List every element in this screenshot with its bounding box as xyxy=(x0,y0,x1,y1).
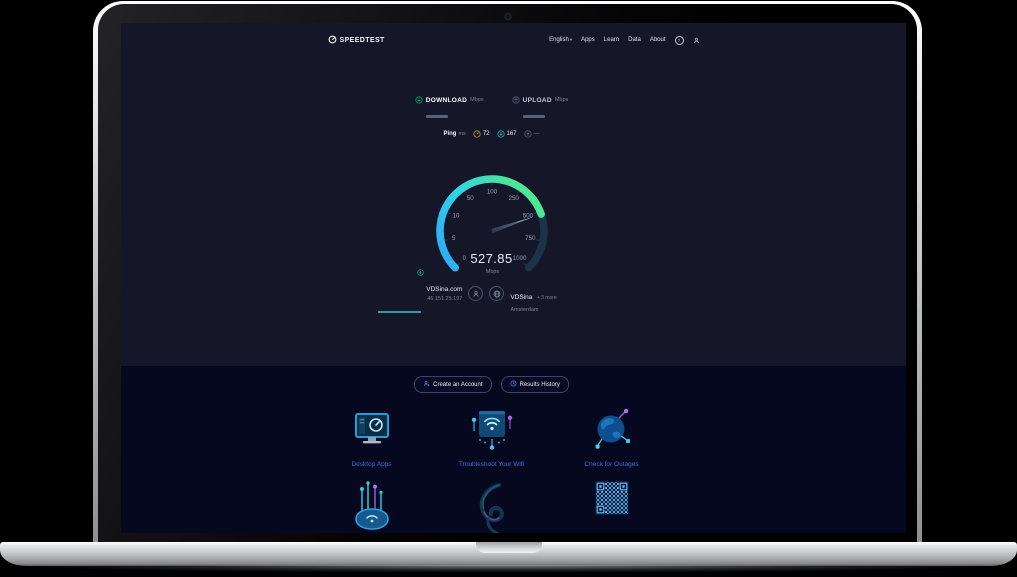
server-block[interactable]: VDSina + 3 more Amsterdam xyxy=(510,286,556,313)
feature-label: Troubleshoot Your Wifi xyxy=(459,461,524,468)
tab-download[interactable]: DOWNLOAD Mbps xyxy=(415,91,484,118)
laptop-lid: SPEEDTEST English▾ Apps Learn Data About… xyxy=(93,1,922,542)
account-actions: Create an Account Results History xyxy=(121,376,884,393)
isp-ip: 46.151.25.197 xyxy=(426,296,462,302)
feature-wifi-troubleshoot[interactable]: Troubleshoot Your Wifi xyxy=(444,404,540,468)
feature-label: Check for Outages xyxy=(584,461,638,468)
upload-latency-metric: — xyxy=(524,125,540,143)
results-history-label: Results History xyxy=(520,382,560,388)
globe-circle-icon xyxy=(489,286,504,301)
user-circle-icon xyxy=(468,286,483,301)
nav-item-learn[interactable]: Learn xyxy=(604,37,619,43)
download-latency-metric: 167 xyxy=(497,125,517,143)
logo-text: SPEEDTEST xyxy=(340,37,385,44)
svg-text:10: 10 xyxy=(452,213,459,220)
create-account-button[interactable]: Create an Account xyxy=(414,376,491,393)
outages-globe-icon xyxy=(590,404,634,454)
speedtest-page: SPEEDTEST English▾ Apps Learn Data About… xyxy=(121,23,906,533)
test-progress-bar xyxy=(378,311,421,313)
extra-tiles xyxy=(121,481,884,533)
server-more: + 3 more xyxy=(537,295,557,301)
feature-label: Desktop Apps xyxy=(351,461,391,468)
user-icon[interactable] xyxy=(693,37,700,44)
nav-item-data[interactable]: Data xyxy=(628,37,641,43)
main-nav: English▾ Apps Learn Data About ? xyxy=(549,36,699,45)
desktop-apps-icon xyxy=(349,404,395,454)
download-latency-icon xyxy=(497,125,505,143)
help-icon[interactable]: ? xyxy=(675,36,684,45)
add-user-icon xyxy=(423,380,430,389)
isp-block: VDSina.com 46.151.25.197 xyxy=(426,286,462,302)
download-tab-label: DOWNLOAD xyxy=(426,97,467,104)
upload-value-placeholder xyxy=(523,115,545,118)
nav-item-apps[interactable]: Apps xyxy=(581,37,595,43)
nav-item-about[interactable]: About xyxy=(650,37,666,43)
laptop-base xyxy=(0,542,1017,566)
webcam-icon xyxy=(505,14,510,19)
illustration-tile[interactable] xyxy=(444,481,540,533)
nav-item-english[interactable]: English▾ xyxy=(549,37,572,43)
wifi-troubleshoot-icon xyxy=(466,404,518,454)
feature-tiles: Desktop Apps xyxy=(121,404,884,468)
feature-check-outages[interactable]: Check for Outages xyxy=(564,404,660,468)
result-tabs: DOWNLOAD Mbps UPLOAD Mbps xyxy=(121,91,884,118)
speedtest-gauge-icon xyxy=(328,31,337,49)
qr-code-tile[interactable] xyxy=(564,481,660,533)
results-history-button[interactable]: Results History xyxy=(501,376,569,393)
history-icon xyxy=(510,380,517,389)
ping-label: Ping xyxy=(443,131,456,137)
latency-row: Ping ms 72 167 xyxy=(121,125,884,143)
upload-arrow-icon xyxy=(512,91,520,109)
ping-unit: ms xyxy=(458,131,465,137)
feature-desktop-apps[interactable]: Desktop Apps xyxy=(324,404,420,468)
download-tab-unit: Mbps xyxy=(470,97,483,103)
server-name: VDSina xyxy=(510,294,532,301)
svg-text:250: 250 xyxy=(508,195,519,202)
download-value-placeholder xyxy=(426,115,448,118)
screen-bezel: SPEEDTEST English▾ Apps Learn Data About… xyxy=(98,4,917,542)
speedtest-logo[interactable]: SPEEDTEST xyxy=(328,31,385,49)
idle-latency-metric: 72 xyxy=(473,125,490,143)
tab-upload[interactable]: UPLOAD Mbps xyxy=(512,91,569,118)
swirl-illustration-icon xyxy=(469,481,515,533)
router-pins-icon xyxy=(350,481,394,533)
idle-latency-icon xyxy=(473,125,481,143)
laptop-shadow xyxy=(10,565,1007,574)
isp-name: VDSina.com xyxy=(426,286,462,293)
svg-text:100: 100 xyxy=(486,189,497,196)
laptop-base-notch xyxy=(476,542,542,553)
upload-tab-unit: Mbps xyxy=(555,97,568,103)
speed-gauge: 0510501002505007501000 527.85 Mbps xyxy=(417,167,567,287)
download-speed-value: 527.85 xyxy=(417,251,567,266)
site-header: SPEEDTEST English▾ Apps Learn Data About… xyxy=(121,31,906,49)
server-location: Amsterdam xyxy=(510,307,556,313)
svg-text:750: 750 xyxy=(525,235,536,242)
svg-text:5: 5 xyxy=(451,235,455,242)
svg-text:50: 50 xyxy=(466,195,473,202)
qr-code-icon xyxy=(595,481,629,533)
chevron-down-icon: ▾ xyxy=(570,37,572,43)
coverage-device-tile[interactable] xyxy=(324,481,420,533)
speed-unit-row: Mbps xyxy=(417,269,567,275)
download-arrow-icon xyxy=(415,91,423,109)
footer-section: Create an Account Results History xyxy=(121,366,906,533)
upload-tab-label: UPLOAD xyxy=(523,97,552,104)
speed-unit-label: Mbps xyxy=(486,269,499,275)
upload-latency-icon xyxy=(524,125,532,143)
connection-info: VDSina.com 46.151.25.197 VDSina + 3 more… xyxy=(121,286,884,313)
create-account-label: Create an Account xyxy=(433,382,482,388)
